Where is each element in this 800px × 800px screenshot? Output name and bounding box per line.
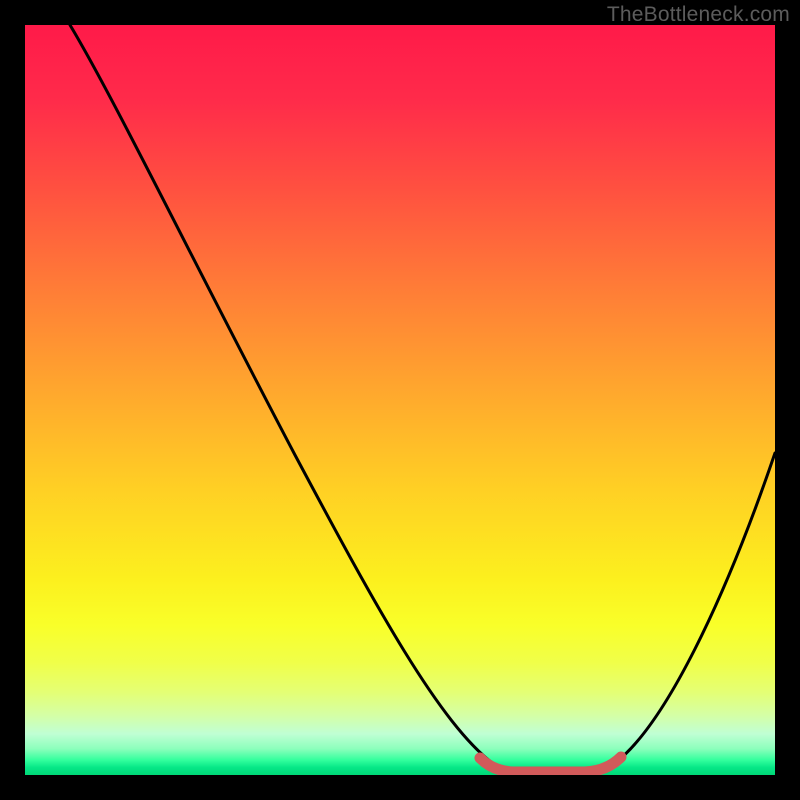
plot-area [25, 25, 775, 775]
bottleneck-curve [25, 25, 775, 775]
watermark-text: TheBottleneck.com [607, 3, 790, 27]
chart-frame: TheBottleneck.com [0, 0, 800, 800]
curve-main-path [70, 25, 775, 772]
trough-highlight-path [480, 757, 621, 772]
